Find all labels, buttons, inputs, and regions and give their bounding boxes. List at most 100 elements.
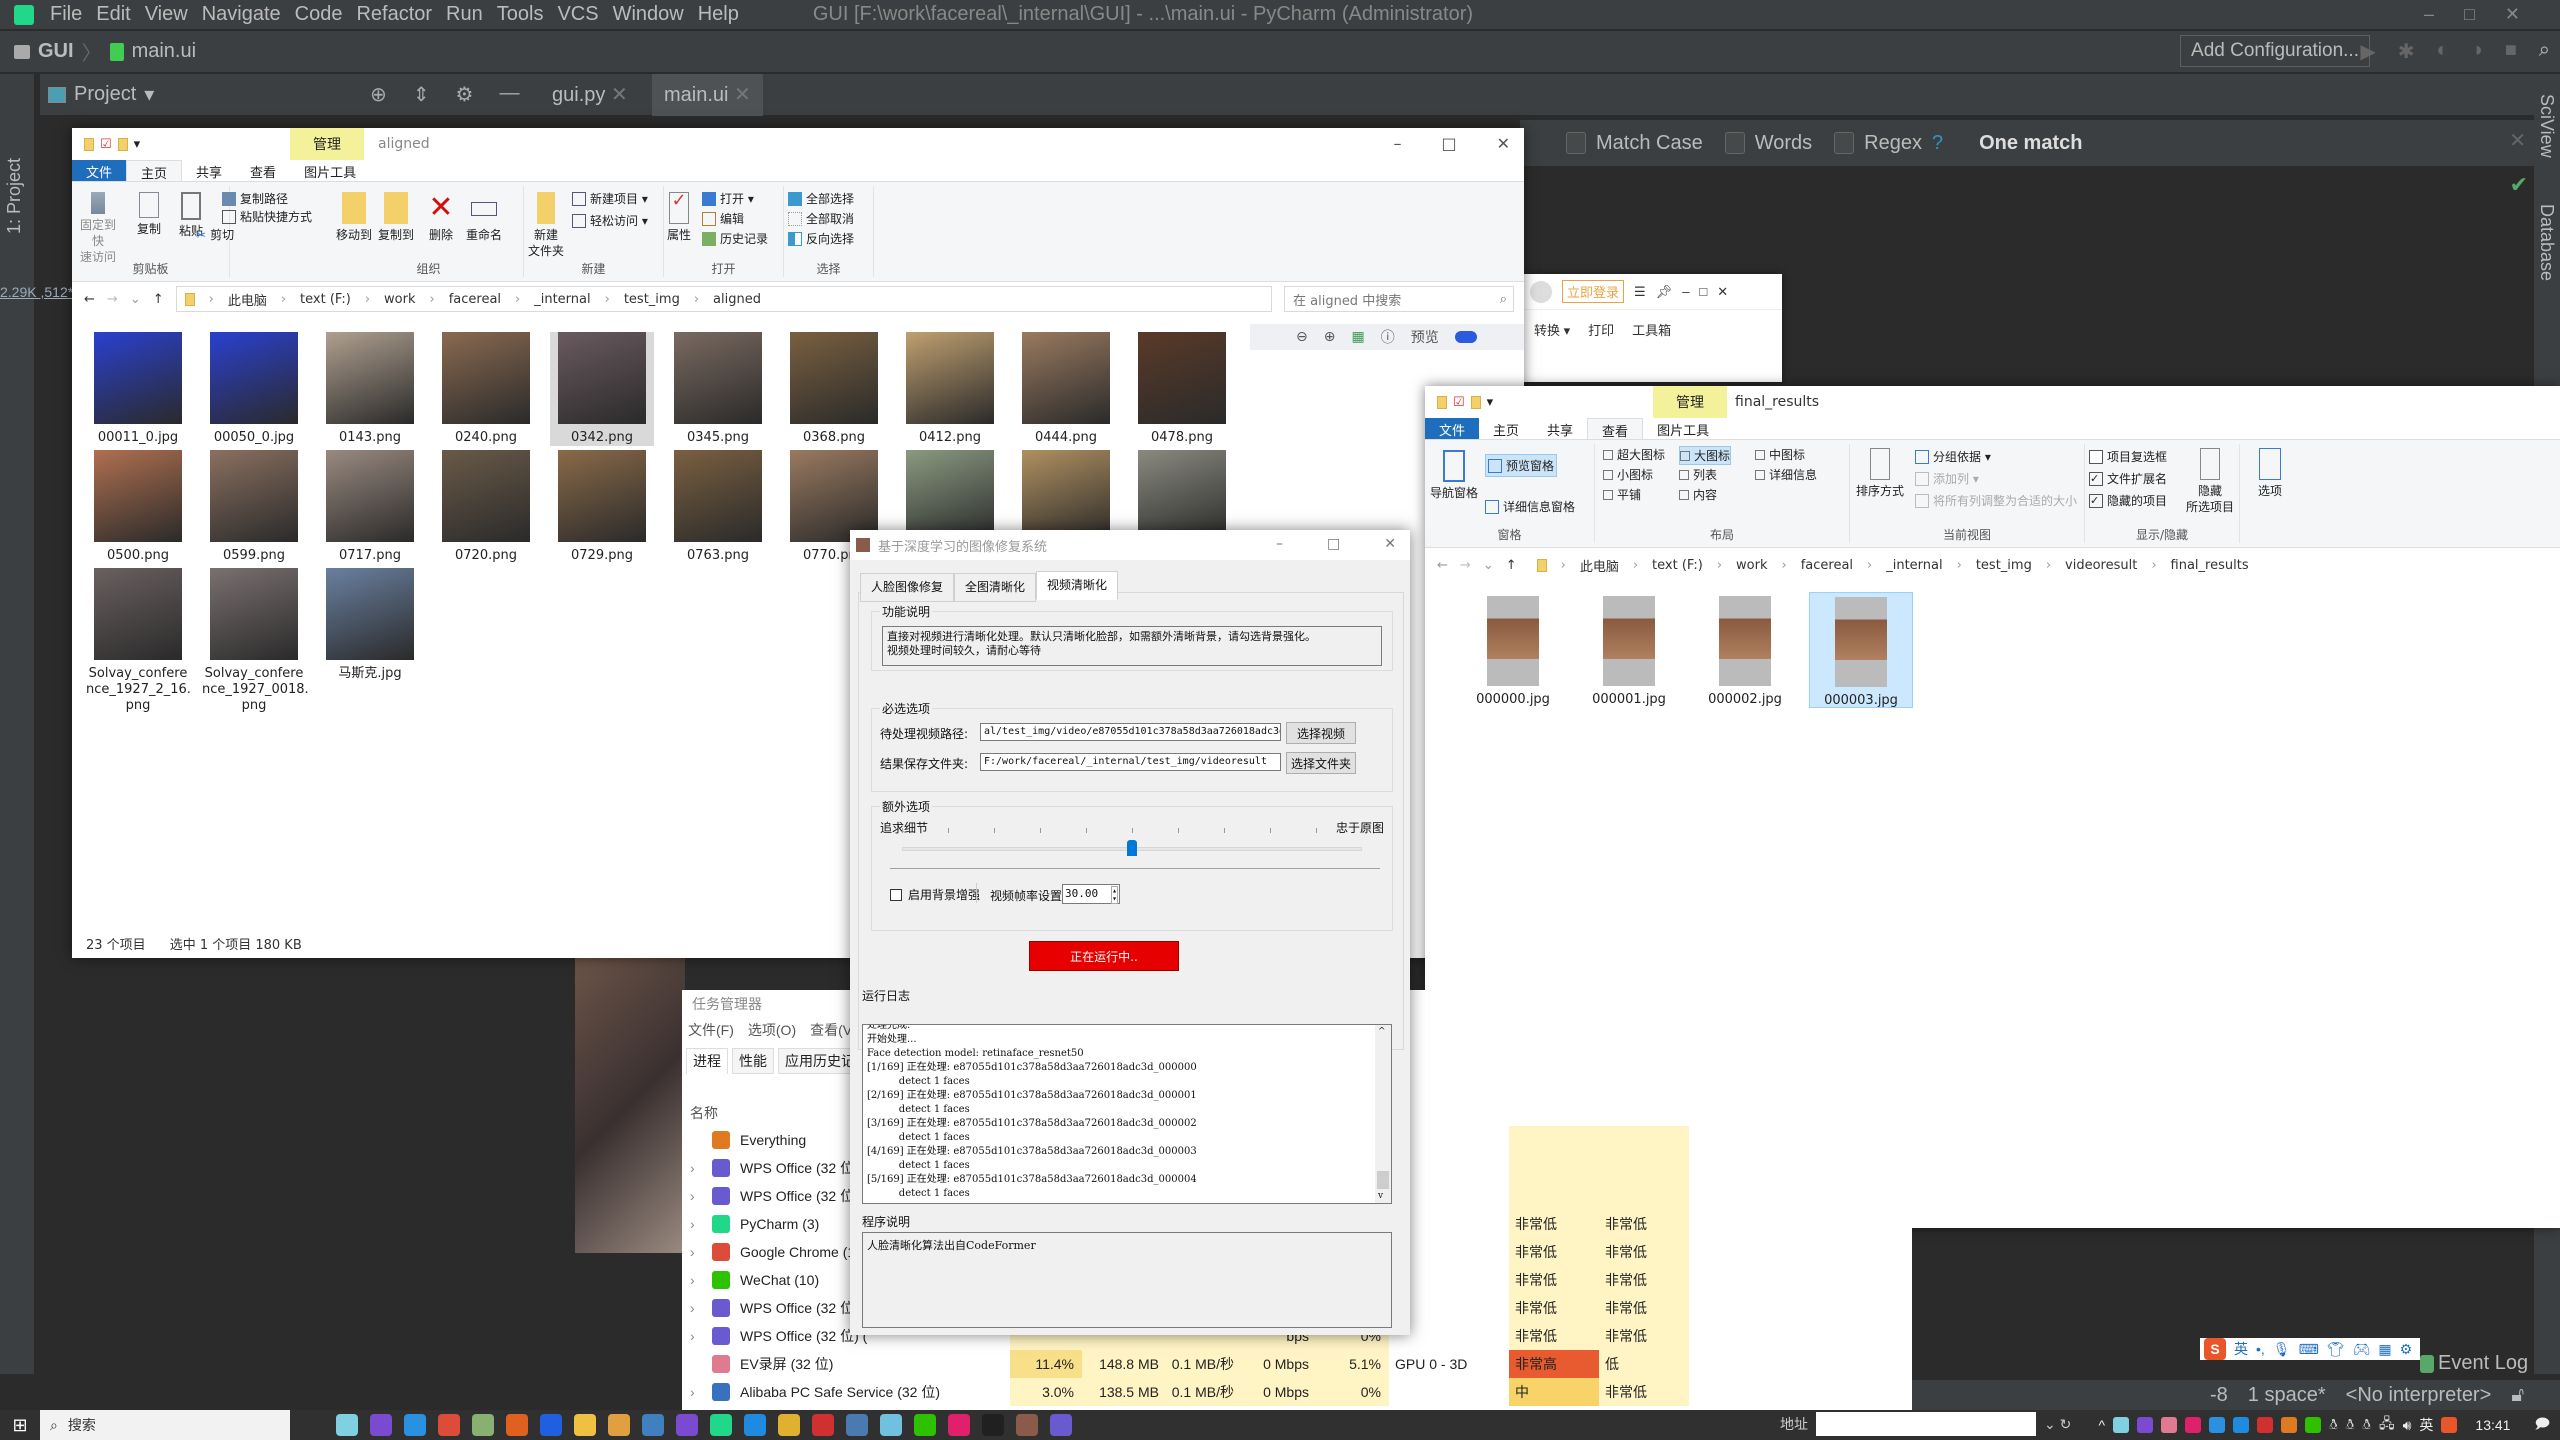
layout-icon[interactable]: ▦ (1351, 329, 1364, 345)
menu-vcs[interactable]: VCS (557, 3, 598, 26)
taskbar-search[interactable]: ⌕ 搜索 (40, 1410, 290, 1440)
expand-chevron-icon[interactable]: › (690, 1188, 702, 1204)
add-column-button[interactable]: 添加列 ▾ (1915, 470, 1979, 487)
file-item[interactable]: 0763.png (666, 450, 770, 564)
layout-option[interactable]: 内容 (1679, 486, 1717, 503)
file-item[interactable]: 0720.png (434, 450, 538, 564)
clock[interactable]: 13:41 (2475, 1417, 2510, 1433)
breadcrumb-item[interactable]: 此电脑 (1580, 556, 1619, 575)
ime-indicator[interactable]: 英 (2419, 1415, 2433, 1435)
taskbar-app-icon[interactable] (744, 1414, 766, 1436)
invert-selection-button[interactable]: 反向选择 (788, 230, 854, 247)
window-controls[interactable]: –□✕ (1393, 134, 1510, 153)
menu-refactor[interactable]: Refactor (356, 3, 432, 26)
new-folder-icon[interactable] (1470, 395, 1481, 409)
interpreter-indicator[interactable]: <No interpreter> (2346, 1384, 2492, 1407)
breadcrumb-item[interactable]: facereal (449, 292, 501, 307)
bg-enhance-checkbox[interactable]: 启用背景增强 (890, 886, 980, 903)
breadcrumb-item[interactable]: test_img (624, 292, 680, 307)
menu-file[interactable]: File (50, 3, 82, 26)
ribbon-tab[interactable]: 主页 (126, 160, 183, 182)
file-item[interactable]: 000002.jpg (1693, 592, 1797, 708)
process-row[interactable]: EV录屏 (32 位) 11.4% 148.8 MB 0.1 MB/秒 0 Mbps 5.… (682, 1350, 1912, 1378)
tab-manage[interactable]: 管理 (290, 128, 364, 160)
file-item[interactable]: 0342.png (550, 332, 654, 446)
layout-option[interactable]: 列表 (1679, 466, 1717, 483)
print-button[interactable]: 打印 (1588, 320, 1614, 339)
ribbon-tab[interactable]: 共享 (1533, 418, 1587, 439)
minimize-button[interactable]: – (1276, 536, 1283, 552)
run-icon[interactable]: ▶ (2360, 39, 2375, 64)
breadcrumb-item[interactable]: final_results (2171, 558, 2249, 573)
file-ext-toggle[interactable]: ✓ 文件扩展名 (2089, 470, 2167, 487)
words-checkbox[interactable] (1724, 132, 1745, 154)
details-pane-button[interactable]: 详细信息窗格 (1485, 498, 1575, 515)
close-icon[interactable]: ✕ (2509, 128, 2526, 153)
file-item[interactable]: 0500.png (86, 450, 190, 564)
file-item[interactable]: 0368.png (782, 332, 886, 446)
tray-expand-icon[interactable]: ^ (2099, 1417, 2106, 1433)
taskbar-app-icon[interactable] (472, 1414, 494, 1436)
open-button[interactable]: 打开 ▾ (702, 190, 754, 207)
breadcrumb-item[interactable]: work (1736, 558, 1767, 573)
expand-chevron-icon[interactable]: › (690, 1160, 702, 1176)
regex-help-icon[interactable]: ? (1932, 132, 1943, 155)
taskbar-app-icon[interactable] (880, 1414, 902, 1436)
file-item[interactable]: 000000.jpg (1461, 592, 1565, 708)
tab-main-ui[interactable]: main.ui ✕ (652, 74, 763, 116)
taskbar-app-icon[interactable] (540, 1414, 562, 1436)
apps-icon[interactable]: ▦ (2378, 1341, 2391, 1358)
ribbon-tab[interactable]: 共享 (182, 160, 236, 181)
taskbar-app-icon[interactable] (404, 1414, 426, 1436)
breadcrumb-item[interactable]: videoresult (2065, 558, 2137, 573)
mic-icon[interactable]: 🎙︎ (2273, 1341, 2291, 1358)
hide-icon[interactable]: — (499, 82, 519, 107)
file-item[interactable]: Solvay_confere nce_1927_0018. png (202, 568, 309, 714)
help-icon[interactable]: ⓘ (1381, 327, 1395, 347)
taskbar-app-icon[interactable] (642, 1414, 664, 1436)
close-button[interactable]: ✕ (1384, 536, 1396, 552)
new-item-button[interactable]: 新建项目 ▾ (572, 190, 648, 207)
fps-spinbox[interactable]: 30.00 ▴ ▾ (1062, 884, 1120, 904)
copy-button[interactable]: 复制 (134, 192, 164, 237)
tm-menu-item[interactable]: 选项(O) (748, 1020, 796, 1040)
slider-thumb[interactable] (1127, 840, 1137, 856)
taskbar-app-icon[interactable] (676, 1414, 698, 1436)
ribbon-tab[interactable]: 图片工具 (1643, 418, 1723, 439)
properties-button[interactable]: ✓ 属性 (664, 192, 694, 243)
forward-button[interactable]: → (1460, 558, 1471, 573)
expand-chevron-icon[interactable]: › (690, 1328, 702, 1344)
taskbar-app-icon[interactable] (710, 1414, 732, 1436)
gear-icon[interactable]: ⚙ (456, 82, 474, 107)
log-scrollbar[interactable]: ^ v (1375, 1025, 1391, 1203)
fit-columns-button[interactable]: 将所有列调整为合适的大小 (1915, 492, 2077, 509)
customize-icon[interactable]: ▾ (134, 137, 141, 152)
file-item[interactable]: 000003.jpg (1809, 592, 1913, 708)
menu-navigate[interactable]: Navigate (202, 3, 281, 26)
stop-icon[interactable]: ■ (2505, 39, 2517, 64)
indent-indicator[interactable]: 1 space* (2248, 1384, 2326, 1407)
breadcrumb-item[interactable]: text (F:) (300, 292, 351, 307)
file-item[interactable]: 0478.png (1130, 332, 1234, 446)
tab-gui-py[interactable]: gui.py ✕ (540, 74, 640, 116)
run-button[interactable]: 正在运行中.. (1029, 941, 1179, 971)
taskbar-app-icon[interactable] (1050, 1414, 1072, 1436)
ribbon-tab[interactable]: 查看 (1587, 418, 1644, 440)
file-item[interactable]: 0444.png (1014, 332, 1118, 446)
properties-icon[interactable]: ☑ (1453, 395, 1465, 410)
history-button[interactable]: 历史记录 (702, 230, 768, 247)
run-log[interactable]: 处理完成. 开始处理... Face detection model: retina… (862, 1024, 1392, 1204)
menu-help[interactable]: Help (698, 3, 739, 26)
hidden-items-toggle[interactable]: ✓ 隐藏的项目 (2089, 492, 2167, 509)
pin-icon[interactable]: 📌︎ (1656, 284, 1673, 300)
back-button[interactable]: ← (84, 292, 95, 307)
breadcrumb-item[interactable]: work (384, 292, 415, 307)
lock-icon[interactable]: 🔓︎ (2511, 1384, 2524, 1407)
cut-button[interactable]: ✂ 剪切 (196, 226, 234, 243)
coverage-icon[interactable]: ◐ (2437, 39, 2449, 64)
sogou-tray-icon[interactable] (2441, 1417, 2458, 1433)
taskbar-app-icon[interactable] (336, 1414, 358, 1436)
layout-option[interactable]: 平铺 (1603, 486, 1641, 503)
event-log-button[interactable]: Event Log (2420, 1352, 2528, 1375)
login-button[interactable]: 立即登录 (1562, 280, 1625, 303)
